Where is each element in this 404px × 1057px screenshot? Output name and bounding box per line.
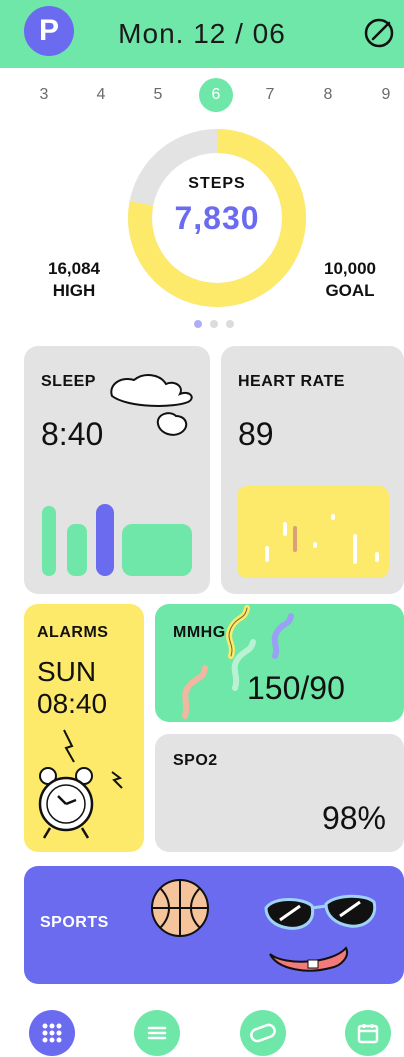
steps-goal-value: 10,000 bbox=[324, 259, 376, 278]
cloud-doodle-icon bbox=[110, 374, 193, 436]
edit-icon[interactable] bbox=[362, 16, 396, 50]
nav-settings-button[interactable] bbox=[134, 1010, 180, 1056]
alarms-card[interactable]: ALARMS SUN 08:40 bbox=[24, 604, 144, 852]
alarm-time: 08:40 bbox=[37, 688, 108, 719]
day-7[interactable]: 7 bbox=[253, 78, 287, 112]
bottom-nav bbox=[0, 1000, 404, 1057]
nav-medication-button[interactable] bbox=[240, 1010, 286, 1056]
heart-rate-title: HEART RATE bbox=[238, 373, 345, 390]
steps-goal: 10,000 GOAL bbox=[308, 258, 392, 302]
page-dot-2[interactable] bbox=[210, 320, 218, 328]
heart-rate-value: 89 bbox=[238, 416, 274, 452]
page-dot-3[interactable] bbox=[226, 320, 234, 328]
grid-icon bbox=[42, 1023, 62, 1043]
day-6[interactable]: 6 bbox=[199, 78, 233, 112]
spo2-title: SPO2 bbox=[173, 752, 218, 769]
nav-dashboard-button[interactable] bbox=[29, 1010, 75, 1056]
sports-title: SPORTS bbox=[40, 914, 109, 931]
basketball-icon bbox=[151, 879, 209, 937]
day-selector: 3 4 5 6 7 8 9 bbox=[0, 72, 404, 112]
nav-calendar-button[interactable] bbox=[345, 1010, 391, 1056]
day-4[interactable]: 4 bbox=[84, 78, 118, 112]
page-indicator bbox=[186, 320, 246, 330]
sleep-card[interactable]: SLEEP 8:40 bbox=[24, 346, 210, 594]
steps-high-label: HIGH bbox=[52, 281, 96, 300]
steps-high-value: 16,084 bbox=[48, 259, 100, 278]
header-date: Mon. 12 / 06 bbox=[118, 18, 286, 49]
spo2-card[interactable]: SPO2 98% bbox=[155, 734, 404, 852]
alarms-title: ALARMS bbox=[37, 624, 109, 641]
alarm-day: SUN bbox=[37, 656, 97, 687]
pill-icon bbox=[250, 1023, 276, 1043]
calendar-icon bbox=[357, 1024, 379, 1044]
day-9[interactable]: 9 bbox=[369, 78, 403, 112]
sunglasses-face-icon bbox=[264, 894, 377, 972]
blood-pressure-value: 150/90 bbox=[247, 670, 345, 706]
day-3[interactable]: 3 bbox=[27, 78, 61, 112]
steps-value: 7,830 bbox=[174, 200, 260, 236]
heart-rate-card[interactable]: HEART RATE 89 bbox=[221, 346, 404, 594]
sleep-title: SLEEP bbox=[41, 373, 96, 390]
heart-rate-graph bbox=[237, 486, 389, 578]
sliders-icon bbox=[147, 1026, 167, 1040]
page-dot-1[interactable] bbox=[194, 320, 202, 328]
sleep-value: 8:40 bbox=[41, 416, 104, 452]
blood-pressure-card[interactable]: MMHG 150/90 bbox=[155, 604, 404, 722]
steps-label: STEPS bbox=[188, 175, 246, 192]
steps-goal-label: GOAL bbox=[325, 281, 375, 300]
day-8[interactable]: 8 bbox=[311, 78, 345, 112]
sleep-bars-chart bbox=[42, 504, 192, 576]
steps-high: 16,084 HIGH bbox=[34, 258, 114, 302]
sports-card[interactable]: SPORTS bbox=[24, 866, 404, 984]
spo2-value: 98% bbox=[321, 800, 386, 836]
header-bar: P Mon. 12 / 06 bbox=[0, 0, 404, 68]
day-5[interactable]: 5 bbox=[141, 78, 175, 112]
alarm-clock-icon bbox=[38, 729, 123, 839]
